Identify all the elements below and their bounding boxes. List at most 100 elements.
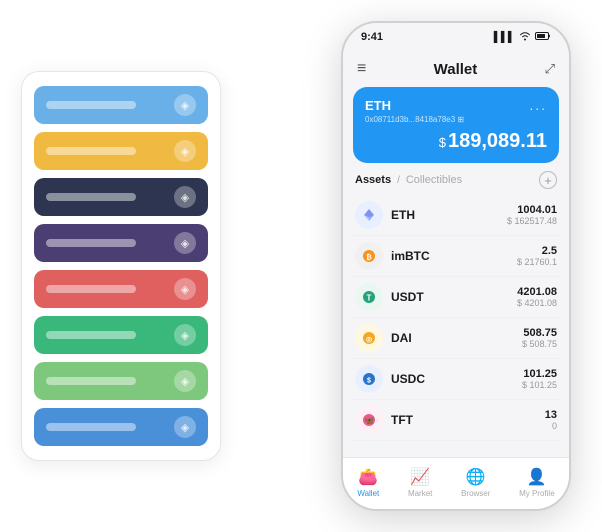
asset-icon-dai: ◎: [355, 324, 383, 352]
asset-values-usdc: 101.25 $ 101.25: [522, 368, 557, 390]
asset-usd-eth: $ 162517.48: [507, 216, 557, 226]
eth-card[interactable]: ETH ... 0x08711d3b...8418a78e3 ⊞ $189,08…: [353, 87, 559, 163]
card-row-2[interactable]: ◈: [34, 178, 208, 216]
card-row-icon-2: ◈: [174, 186, 196, 208]
asset-list: ETH 1004.01 $ 162517.48 ₿ imBTC 2.5 $ 21…: [343, 195, 569, 457]
card-row-icon-6: ◈: [174, 370, 196, 392]
eth-card-label: ETH: [365, 98, 391, 113]
nav-label-browser: Browser: [461, 489, 490, 498]
card-row-3[interactable]: ◈: [34, 224, 208, 262]
svg-text:$: $: [367, 378, 371, 385]
assets-tab-active[interactable]: Assets: [355, 174, 391, 186]
asset-name-imbtc: imBTC: [391, 249, 517, 263]
nav-icon-wallet: 👛: [358, 467, 378, 487]
phone-header: ≡ Wallet ⤢: [343, 51, 569, 87]
asset-usd-imbtc: $ 21760.1: [517, 257, 557, 267]
nav-icon-browser: 🌐: [466, 467, 486, 487]
status-bar: 9:41 ▌▌▌: [343, 23, 569, 51]
card-row-text-2: [46, 193, 136, 201]
svg-text:◎: ◎: [366, 337, 372, 344]
asset-item-tft[interactable]: 🦋 TFT 13 0: [351, 400, 561, 441]
card-row-icon-0: ◈: [174, 94, 196, 116]
card-stack: ◈ ◈ ◈ ◈ ◈ ◈ ◈ ◈: [21, 71, 221, 461]
asset-usd-usdt: $ 4201.08: [517, 298, 557, 308]
svg-text:🦋: 🦋: [364, 416, 374, 425]
asset-amount-eth: 1004.01: [507, 204, 557, 216]
card-row-text-7: [46, 423, 136, 431]
asset-values-tft: 13 0: [545, 409, 557, 431]
asset-values-eth: 1004.01 $ 162517.48: [507, 204, 557, 226]
nav-label-my-profile: My Profile: [519, 489, 555, 498]
card-row-6[interactable]: ◈: [34, 362, 208, 400]
asset-item-eth[interactable]: ETH 1004.01 $ 162517.48: [351, 195, 561, 236]
assets-header: Assets / Collectibles +: [343, 171, 569, 195]
wifi-icon: [519, 31, 531, 44]
nav-label-market: Market: [408, 489, 432, 498]
eth-card-address: 0x08711d3b...8418a78e3 ⊞: [365, 115, 547, 124]
tab-separator: /: [397, 175, 400, 186]
card-row-0[interactable]: ◈: [34, 86, 208, 124]
nav-label-wallet: Wallet: [357, 489, 379, 498]
bottom-nav: 👛 Wallet 📈 Market 🌐 Browser 👤 My Profile: [343, 457, 569, 509]
card-row-text-5: [46, 331, 136, 339]
eth-card-balance: $189,089.11: [365, 130, 547, 153]
asset-amount-imbtc: 2.5: [517, 245, 557, 257]
signal-icon: ▌▌▌: [494, 32, 515, 43]
assets-tabs: Assets / Collectibles: [355, 174, 462, 186]
eth-balance-amount: 189,089.11: [448, 130, 547, 152]
nav-item-wallet[interactable]: 👛 Wallet: [357, 467, 379, 498]
header-title: Wallet: [434, 61, 478, 78]
asset-icon-usdt: T: [355, 283, 383, 311]
card-row-icon-5: ◈: [174, 324, 196, 346]
card-row-4[interactable]: ◈: [34, 270, 208, 308]
asset-amount-usdt: 4201.08: [517, 286, 557, 298]
nav-icon-market: 📈: [410, 467, 430, 487]
status-icons: ▌▌▌: [494, 31, 551, 44]
asset-values-imbtc: 2.5 $ 21760.1: [517, 245, 557, 267]
card-row-text-0: [46, 101, 136, 109]
card-row-icon-3: ◈: [174, 232, 196, 254]
asset-amount-tft: 13: [545, 409, 557, 421]
card-row-icon-1: ◈: [174, 140, 196, 162]
card-row-text-1: [46, 147, 136, 155]
card-row-text-3: [46, 239, 136, 247]
asset-icon-usdc: $: [355, 365, 383, 393]
card-row-icon-7: ◈: [174, 416, 196, 438]
asset-name-dai: DAI: [391, 331, 522, 345]
assets-tab-collectibles[interactable]: Collectibles: [406, 174, 462, 186]
asset-icon-imbtc: ₿: [355, 242, 383, 270]
asset-name-usdt: USDT: [391, 290, 517, 304]
eth-card-menu[interactable]: ...: [529, 97, 547, 113]
asset-item-usdc[interactable]: $ USDC 101.25 $ 101.25: [351, 359, 561, 400]
card-row-5[interactable]: ◈: [34, 316, 208, 354]
asset-values-usdt: 4201.08 $ 4201.08: [517, 286, 557, 308]
asset-usd-dai: $ 508.75: [522, 339, 557, 349]
scene: ◈ ◈ ◈ ◈ ◈ ◈ ◈ ◈ 9:41 ▌▌▌: [11, 11, 591, 521]
menu-icon[interactable]: ≡: [357, 60, 366, 78]
svg-text:₿: ₿: [366, 254, 372, 262]
card-row-icon-4: ◈: [174, 278, 196, 300]
asset-amount-dai: 508.75: [522, 327, 557, 339]
asset-usd-tft: 0: [545, 421, 557, 431]
nav-item-my-profile[interactable]: 👤 My Profile: [519, 467, 555, 498]
card-row-1[interactable]: ◈: [34, 132, 208, 170]
asset-values-dai: 508.75 $ 508.75: [522, 327, 557, 349]
nav-item-market[interactable]: 📈 Market: [408, 467, 432, 498]
battery-icon: [535, 31, 551, 44]
card-row-text-4: [46, 285, 136, 293]
add-asset-button[interactable]: +: [539, 171, 557, 189]
asset-item-imbtc[interactable]: ₿ imBTC 2.5 $ 21760.1: [351, 236, 561, 277]
asset-item-usdt[interactable]: T USDT 4201.08 $ 4201.08: [351, 277, 561, 318]
asset-name-tft: TFT: [391, 413, 545, 427]
phone-mockup: 9:41 ▌▌▌: [341, 21, 571, 511]
nav-icon-my-profile: 👤: [527, 467, 547, 487]
expand-icon[interactable]: ⤢: [545, 61, 555, 77]
asset-usd-usdc: $ 101.25: [522, 380, 557, 390]
nav-item-browser[interactable]: 🌐 Browser: [461, 467, 490, 498]
card-row-7[interactable]: ◈: [34, 408, 208, 446]
asset-name-usdc: USDC: [391, 372, 522, 386]
asset-item-dai[interactable]: ◎ DAI 508.75 $ 508.75: [351, 318, 561, 359]
asset-icon-tft: 🦋: [355, 406, 383, 434]
svg-text:T: T: [367, 294, 372, 303]
card-row-text-6: [46, 377, 136, 385]
